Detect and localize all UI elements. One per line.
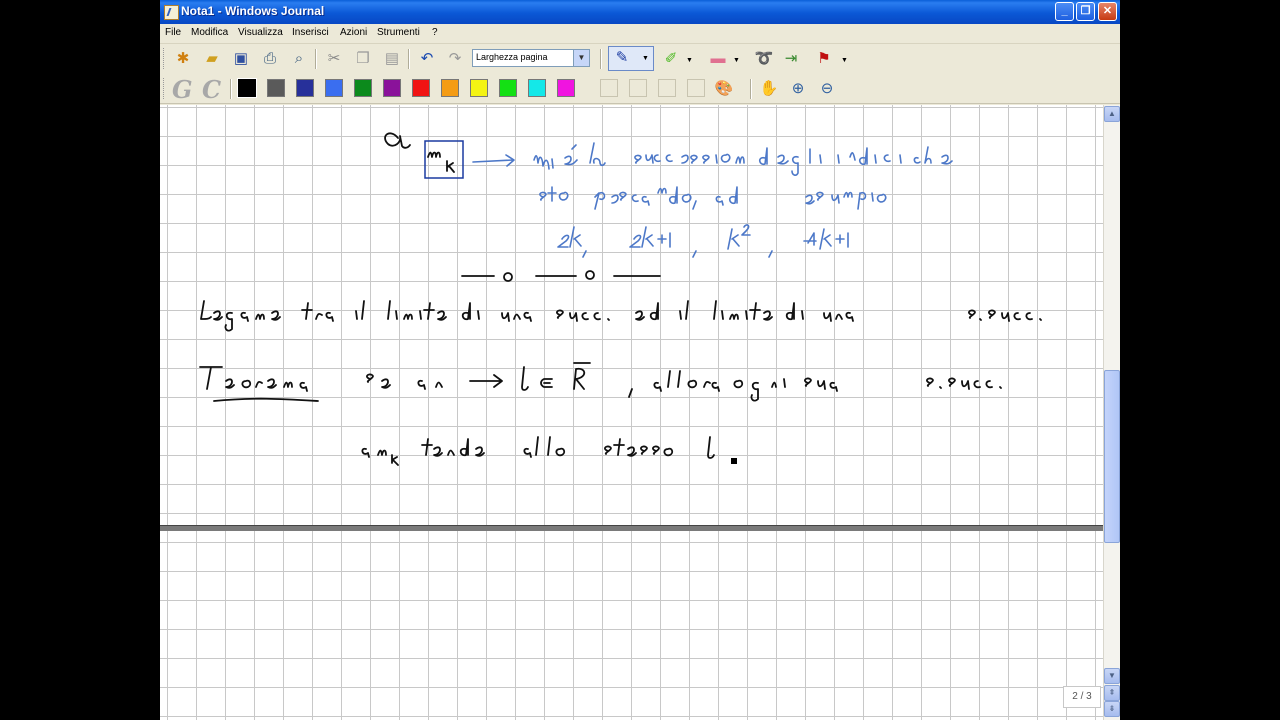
zoom-in-icon[interactable]: ⊕ — [787, 78, 809, 100]
save-icon[interactable]: ▣ — [230, 48, 252, 70]
scroll-up-icon[interactable]: ▲ — [1104, 106, 1120, 122]
cut-icon[interactable]: ✂ — [323, 48, 345, 70]
previous-page-icon[interactable]: ⇞ — [1104, 685, 1120, 701]
scroll-thumb[interactable] — [1104, 370, 1120, 543]
chevron-down-icon[interactable]: ▼ — [841, 57, 848, 64]
menu-help[interactable]: ? — [432, 27, 438, 38]
color-swatch[interactable] — [296, 79, 314, 97]
bold-button[interactable]: G — [172, 75, 193, 104]
title-bar: Nota1 - Windows Journal _ ❐ ✕ — [160, 0, 1120, 24]
highlighter-icon[interactable]: ✐ — [660, 48, 682, 70]
next-page-icon[interactable]: ⇟ — [1104, 701, 1120, 717]
toolbar-grip — [163, 48, 167, 69]
palette-icon[interactable]: 🎨 — [713, 78, 735, 100]
page-width-select[interactable]: Larghezza pagina ▼ — [472, 49, 590, 67]
ink-line-1 — [384, 132, 953, 179]
color-swatch[interactable] — [383, 79, 401, 97]
handwriting-ink — [199, 132, 1042, 466]
color-swatch[interactable] — [325, 79, 343, 97]
page-width-value: Larghezza pagina — [476, 52, 548, 62]
scroll-down-icon[interactable]: ▼ — [1104, 668, 1120, 684]
separator — [600, 49, 602, 69]
restore-button[interactable]: ❐ — [1076, 2, 1095, 21]
eraser-icon[interactable]: ▬ — [707, 48, 729, 70]
ink-line-6 — [361, 436, 737, 466]
ink-line-2 — [539, 186, 887, 210]
print-icon[interactable]: ⎙ — [259, 48, 281, 70]
empty-color-slot[interactable] — [600, 79, 618, 97]
page-break — [160, 525, 1103, 531]
menu-azioni[interactable]: Azioni — [340, 27, 367, 38]
chevron-down-icon[interactable]: ▼ — [733, 57, 740, 64]
zoom-out-icon[interactable]: ⊖ — [816, 78, 838, 100]
chevron-down-icon[interactable]: ▼ — [642, 55, 649, 62]
color-swatch[interactable] — [557, 79, 575, 97]
chevron-down-icon[interactable]: ▼ — [686, 57, 693, 64]
color-swatch[interactable] — [267, 79, 285, 97]
color-swatch[interactable] — [499, 79, 517, 97]
separator — [750, 79, 752, 99]
color-swatch[interactable] — [354, 79, 372, 97]
menu-file[interactable]: File — [165, 27, 181, 38]
toolbar-grip — [163, 78, 167, 99]
color-swatch[interactable] — [528, 79, 546, 97]
minimize-button[interactable]: _ — [1055, 2, 1074, 21]
redo-icon[interactable]: ↷ — [444, 48, 466, 70]
lasso-icon[interactable]: ➰ — [753, 48, 775, 70]
pen-icon: ✎ — [615, 49, 629, 66]
chevron-down-icon[interactable]: ▼ — [573, 50, 589, 66]
menu-bar: File Modifica Visualizza Inserisci Azion… — [160, 24, 1120, 44]
separator — [230, 79, 232, 99]
menu-modifica[interactable]: Modifica — [191, 27, 228, 38]
insert-space-icon[interactable]: ⇥ — [780, 48, 802, 70]
standard-toolbar: ✱ ▰ ▣ ⎙ ⌕ ✂ ❐ ▤ ↶ ↷ Larghezza pagina ▼ ✎… — [160, 44, 1120, 73]
color-swatch[interactable] — [412, 79, 430, 97]
italic-button[interactable]: C — [202, 75, 221, 104]
empty-color-slot[interactable] — [658, 79, 676, 97]
find-icon[interactable]: ⌕ — [288, 48, 310, 70]
hand-pan-icon[interactable]: ✋ — [758, 78, 780, 100]
separator — [408, 49, 410, 69]
paste-icon[interactable]: ▤ — [381, 48, 403, 70]
color-swatch[interactable] — [237, 78, 257, 98]
flag-icon[interactable]: ⚑ — [813, 48, 835, 70]
separator — [315, 49, 317, 69]
windows-journal-window: Nota1 - Windows Journal _ ❐ ✕ File Modif… — [160, 0, 1120, 720]
undo-icon[interactable]: ↶ — [416, 48, 438, 70]
journal-app-icon — [164, 5, 179, 20]
close-button[interactable]: ✕ — [1098, 2, 1117, 21]
ink-line-5 — [199, 362, 1002, 402]
copy-icon[interactable]: ❐ — [352, 48, 374, 70]
color-swatch[interactable] — [470, 79, 488, 97]
note-page[interactable] — [160, 105, 1103, 720]
page-indicator: 2 / 3 — [1063, 686, 1101, 708]
menu-visualizza[interactable]: Visualizza — [238, 27, 283, 38]
vertical-scrollbar[interactable]: ▲ ▼ ⇞ ⇟ — [1103, 105, 1120, 720]
ink-line-4 — [200, 300, 1042, 332]
color-swatch[interactable] — [441, 79, 459, 97]
ink-separator — [461, 270, 661, 282]
window-title: Nota1 - Windows Journal — [181, 4, 325, 18]
empty-color-slot[interactable] — [687, 79, 705, 97]
format-toolbar: G C 🎨 ✋ ⊕ ⊖ — [160, 74, 1120, 104]
menu-strumenti[interactable]: Strumenti — [377, 27, 420, 38]
menu-inserisci[interactable]: Inserisci — [292, 27, 329, 38]
open-icon[interactable]: ▰ — [201, 48, 223, 70]
ink-line-3 — [557, 224, 849, 258]
pen-tool-button[interactable]: ✎ ▼ — [608, 46, 654, 71]
empty-color-slot[interactable] — [629, 79, 647, 97]
new-note-icon[interactable]: ✱ — [172, 48, 194, 70]
